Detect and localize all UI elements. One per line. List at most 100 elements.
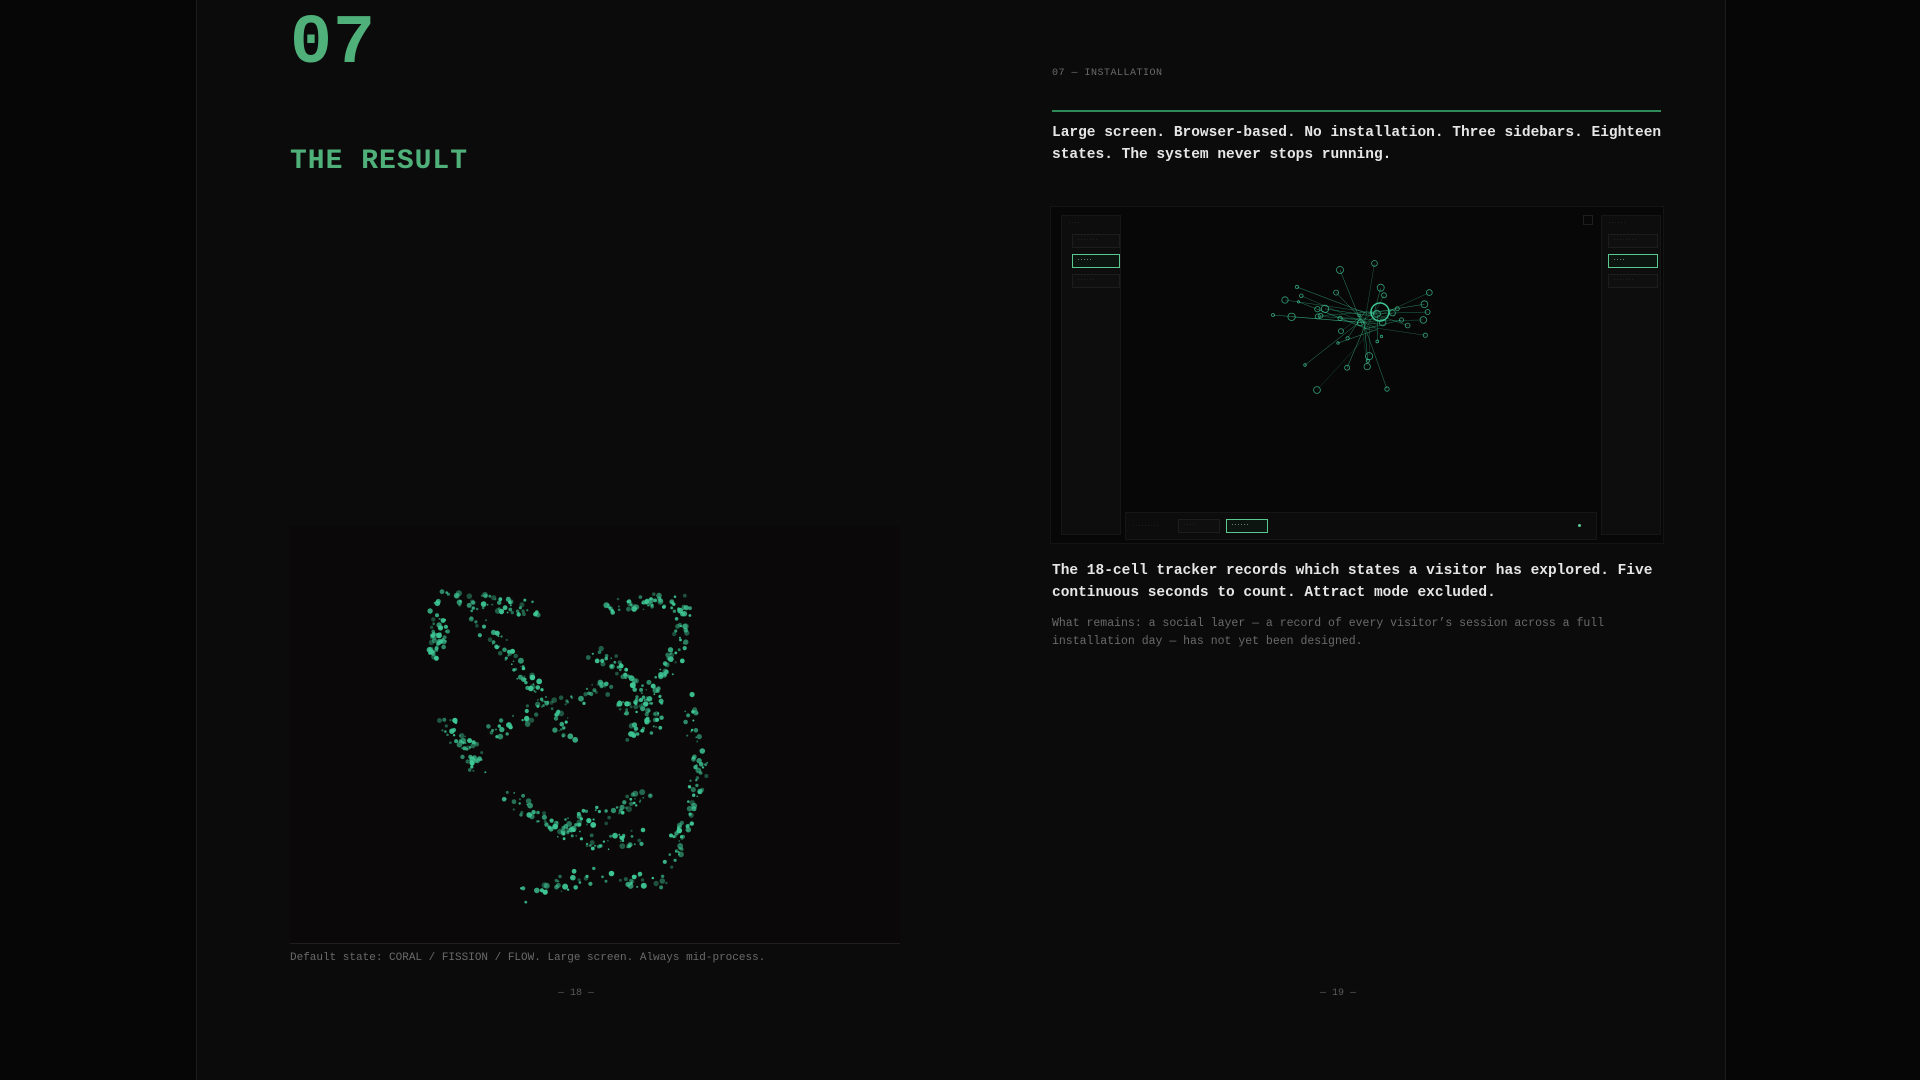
particle <box>688 614 692 617</box>
particle <box>650 605 654 609</box>
particle <box>633 726 639 731</box>
particle <box>518 802 521 805</box>
particle <box>678 840 681 842</box>
particle <box>449 741 452 745</box>
particle <box>625 738 630 742</box>
particle <box>570 696 574 700</box>
particle <box>467 768 472 772</box>
particle <box>637 838 641 843</box>
particle <box>683 719 688 725</box>
particle <box>429 625 434 629</box>
particle <box>434 645 439 650</box>
particle <box>689 779 692 782</box>
particle <box>534 712 539 717</box>
particle <box>626 701 632 707</box>
particle <box>692 719 695 722</box>
particle <box>585 823 588 826</box>
chapter-number: 07 <box>290 5 377 84</box>
particle <box>619 843 626 849</box>
particle <box>472 769 475 772</box>
particle <box>535 701 541 707</box>
particle <box>506 722 512 728</box>
particle <box>552 727 558 733</box>
particle <box>637 871 643 877</box>
particle <box>439 632 442 635</box>
particle <box>539 888 544 893</box>
particle <box>523 675 526 678</box>
particle <box>518 798 521 801</box>
bottom-bar-option: ···· <box>1178 519 1220 533</box>
particle <box>672 609 677 613</box>
particle <box>589 840 595 846</box>
particle <box>628 731 634 737</box>
particle <box>647 719 651 723</box>
particle <box>585 874 589 878</box>
particle <box>604 879 608 883</box>
running-header: 07 — INSTALLATION <box>1052 68 1163 79</box>
particle <box>645 688 648 691</box>
particle <box>615 806 619 809</box>
particle <box>639 730 642 732</box>
particle <box>521 886 526 891</box>
particle <box>548 826 554 832</box>
particle <box>570 834 574 838</box>
particle <box>614 654 618 658</box>
particle <box>653 880 659 887</box>
particle <box>529 672 535 679</box>
network-node <box>1398 317 1404 323</box>
particle <box>539 697 544 701</box>
particle <box>510 610 514 615</box>
particle <box>625 806 628 810</box>
particle <box>441 644 446 650</box>
network-edge <box>1296 286 1368 314</box>
particle <box>590 822 597 828</box>
particle <box>505 732 509 736</box>
particle <box>466 602 472 608</box>
particle <box>640 882 647 889</box>
particle <box>505 638 508 642</box>
particle <box>660 701 664 705</box>
particle <box>688 812 694 818</box>
particle <box>695 736 698 739</box>
particle <box>657 714 660 716</box>
particle <box>512 668 516 672</box>
particle <box>623 877 628 882</box>
particle <box>630 829 633 832</box>
particle <box>566 830 570 835</box>
bottom-bar-label: ········· <box>1132 523 1160 529</box>
particle <box>655 717 660 722</box>
particle <box>571 868 577 874</box>
particle <box>698 762 704 767</box>
particle <box>526 609 529 612</box>
particle <box>442 717 447 722</box>
particle <box>491 603 494 606</box>
network-node <box>1336 341 1340 345</box>
particle <box>559 721 565 727</box>
particle <box>541 814 547 820</box>
sidebar-option: ······· <box>1072 234 1120 248</box>
particle <box>647 604 650 607</box>
particle <box>451 727 457 733</box>
particle <box>527 802 533 809</box>
particle <box>562 837 566 841</box>
network-node <box>1376 283 1385 292</box>
particle <box>466 593 473 599</box>
particle <box>491 728 495 732</box>
particle <box>582 701 586 705</box>
particle <box>695 764 698 767</box>
particle <box>647 709 651 713</box>
installation-screenshot: ···· ······· ····· ······ ······ ·······… <box>1050 206 1664 544</box>
particle <box>651 876 654 880</box>
network-edge <box>1284 299 1374 314</box>
particle <box>686 805 693 812</box>
lead-paragraph: Large screen. Browser-based. No installa… <box>1052 125 1662 163</box>
particle <box>629 705 633 709</box>
particle <box>486 604 489 606</box>
particle <box>476 756 482 762</box>
particle <box>488 594 492 598</box>
particle <box>471 606 475 610</box>
particle <box>578 695 584 702</box>
particle <box>498 718 504 723</box>
particle <box>546 700 549 703</box>
particle <box>699 748 706 754</box>
